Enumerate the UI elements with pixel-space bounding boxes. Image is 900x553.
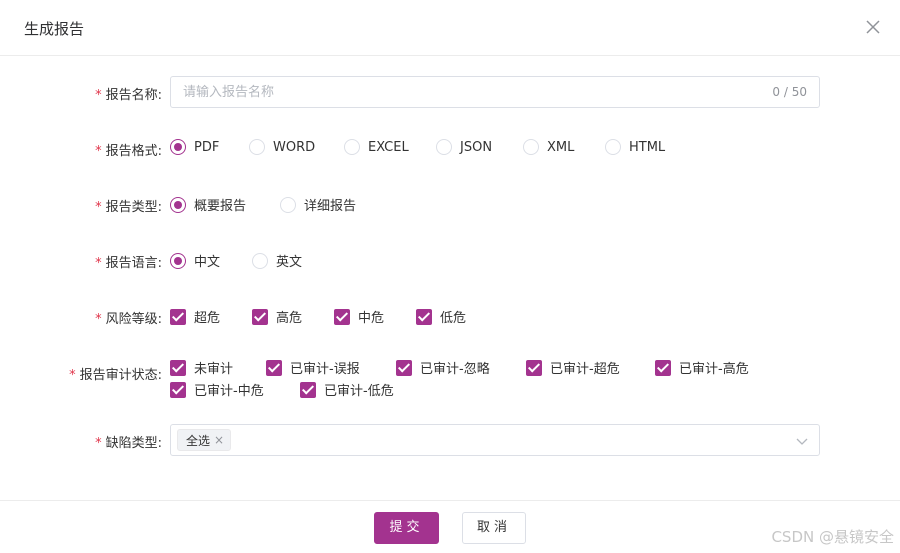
audit-checkbox-high[interactable]: 已审计-高危: [655, 358, 749, 377]
report-format-label: * 报告格式:: [95, 144, 162, 159]
generate-report-dialog: 生成报告 *报告名称: 0 / 50 *报告格式: PDF WORD EXCEL…: [0, 0, 900, 553]
report-name-label: * 报告名称:: [95, 88, 162, 103]
dialog-title: 生成报告: [24, 20, 85, 38]
report-type-row: * 报告类型: 概要报告 详细报告: [0, 194, 900, 215]
report-name-input[interactable]: [171, 77, 751, 107]
audit-status-label: * 报告审计状态:: [69, 368, 162, 383]
format-radio-xml[interactable]: XML: [523, 139, 574, 155]
risk-checkbox-medium[interactable]: 中危: [334, 307, 384, 326]
report-language-label: * 报告语言:: [95, 256, 162, 271]
format-radio-html[interactable]: HTML: [605, 139, 665, 155]
risk-checkbox-high[interactable]: 高危: [252, 307, 302, 326]
audit-status-row: * 报告审计状态: 未审计 已审计-误报 已审计-忽略 已审计-超危 已审计-高危…: [0, 358, 900, 400]
audit-checkbox-false-positive[interactable]: 已审计-误报: [266, 358, 360, 377]
risk-level-label: * 风险等级:: [95, 312, 162, 327]
type-radio-detailed[interactable]: 详细报告: [280, 195, 356, 214]
submit-button[interactable]: 提交: [374, 512, 439, 544]
format-radio-word[interactable]: WORD: [249, 139, 315, 155]
tag-close-icon[interactable]: ×: [214, 433, 224, 447]
dialog-footer: 提交 取消 CSDN @悬镜安全: [0, 500, 900, 553]
risk-checkbox-critical[interactable]: 超危: [170, 307, 220, 326]
report-type-label: * 报告类型:: [95, 200, 162, 215]
risk-checkbox-low[interactable]: 低危: [416, 307, 466, 326]
select-all-tag: 全选 ×: [177, 429, 232, 451]
close-icon[interactable]: [864, 18, 882, 36]
report-language-row: * 报告语言: 中文 英文: [0, 250, 900, 271]
type-radio-summary[interactable]: 概要报告: [170, 195, 246, 214]
format-radio-pdf[interactable]: PDF: [170, 139, 219, 155]
audit-checkbox-unaudited[interactable]: 未审计: [170, 358, 233, 377]
cancel-button[interactable]: 取消: [462, 512, 526, 544]
watermark: CSDN @悬镜安全: [771, 528, 894, 546]
language-radio-english[interactable]: 英文: [252, 251, 302, 270]
defect-type-label: * 缺陷类型:: [95, 436, 162, 451]
format-radio-json[interactable]: JSON: [436, 139, 492, 155]
audit-checkbox-ignored[interactable]: 已审计-忽略: [396, 358, 490, 377]
audit-checkbox-low[interactable]: 已审计-低危: [300, 380, 394, 399]
dialog-header: 生成报告: [0, 0, 900, 56]
risk-level-row: * 风险等级: 超危 高危 中危 低危: [0, 306, 900, 327]
defect-type-select[interactable]: 全选 ×: [170, 424, 820, 456]
char-counter: 0 / 50: [772, 85, 807, 99]
defect-type-row: * 缺陷类型: 全选 ×: [0, 424, 900, 456]
audit-checkbox-critical[interactable]: 已审计-超危: [526, 358, 620, 377]
report-name-field[interactable]: 0 / 50: [170, 76, 820, 108]
language-radio-chinese[interactable]: 中文: [170, 251, 220, 270]
report-name-row: *报告名称: 0 / 50: [0, 76, 900, 108]
format-radio-excel[interactable]: EXCEL: [344, 139, 409, 155]
chevron-down-icon[interactable]: [795, 434, 809, 448]
report-format-row: * 报告格式: PDF WORD EXCEL JSON XML HTML: [0, 138, 900, 159]
audit-checkbox-medium[interactable]: 已审计-中危: [170, 380, 264, 399]
